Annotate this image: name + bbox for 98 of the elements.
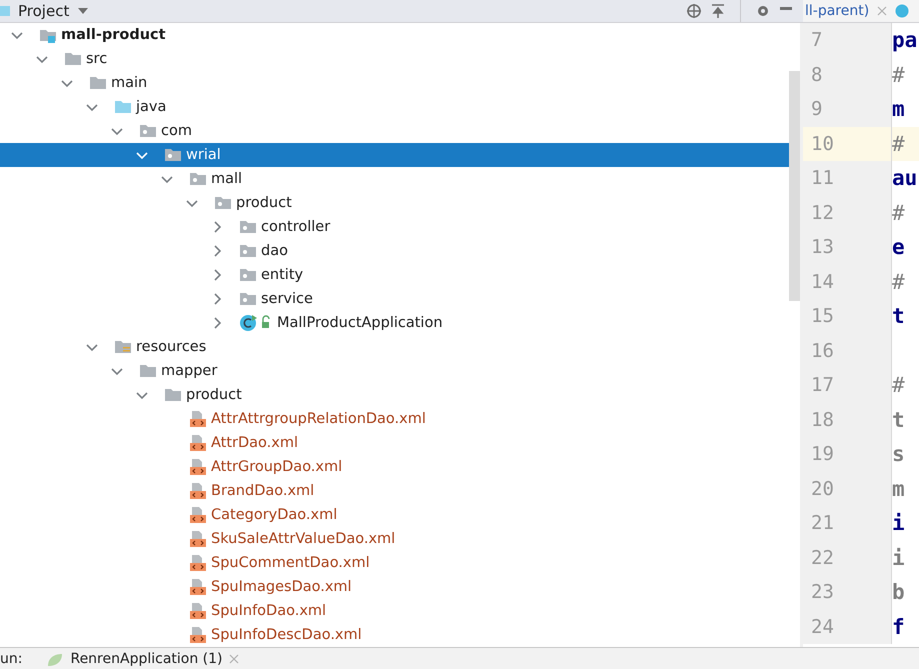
line-number: 13: [803, 230, 892, 264]
run-tab[interactable]: RenrenApplication (1): [46, 651, 238, 667]
package-icon: [164, 147, 182, 163]
scrollbar-thumb[interactable]: [789, 71, 800, 301]
code-text: #: [892, 62, 905, 87]
code-text: b: [892, 580, 905, 604]
folder-icon: [139, 363, 157, 379]
tree-item[interactable]: mall-product: [0, 23, 789, 47]
tree-item[interactable]: SpuInfoDescDao.xml: [0, 623, 789, 647]
tree-item[interactable]: src: [0, 47, 789, 71]
folder-icon: [64, 51, 82, 67]
xml-file-icon: [189, 435, 207, 451]
package-icon: [239, 243, 257, 259]
code-text: #: [892, 200, 905, 225]
line-number: 16: [803, 334, 892, 368]
spring-leaf-icon: [46, 652, 64, 666]
tree-item[interactable]: service: [0, 287, 789, 311]
line-number: 22: [803, 540, 892, 575]
xml-file-icon: [189, 627, 207, 643]
folder-icon: [114, 99, 132, 115]
line-number: 8: [803, 58, 892, 92]
tree-item[interactable]: SpuInfoDao.xml: [0, 599, 789, 623]
tree-item[interactable]: controller: [0, 215, 789, 239]
xml-file-icon: [189, 603, 207, 619]
xml-file-icon: [189, 555, 207, 571]
xml-file-icon: [189, 579, 207, 595]
tree-item[interactable]: mapper: [0, 359, 789, 383]
tree-item[interactable]: SpuImagesDao.xml: [0, 575, 789, 599]
line-number: 14: [803, 264, 892, 299]
xml-file-icon: [189, 459, 207, 475]
line-number: 7: [803, 23, 892, 58]
xml-file-icon: [189, 531, 207, 547]
tree-item[interactable]: BrandDao.xml: [0, 479, 789, 503]
module-icon: [39, 27, 57, 43]
package-icon: [214, 195, 232, 211]
code-text: t: [892, 408, 905, 432]
run-label: un:: [0, 651, 22, 667]
line-number: 11: [803, 161, 892, 196]
line-number: 20: [803, 472, 892, 506]
code-text: f: [892, 614, 905, 639]
code-text: au: [892, 166, 918, 190]
tree-item[interactable]: CategoryDao.xml: [0, 503, 789, 527]
tree-item[interactable]: AttrDao.xml: [0, 431, 789, 455]
tree-item[interactable]: wrial: [0, 143, 789, 167]
tree-item[interactable]: resources: [0, 335, 789, 359]
file-tab-icon[interactable]: [895, 4, 910, 18]
code-text: i: [892, 546, 905, 570]
xml-file-icon: [189, 507, 207, 523]
line-number: 9: [803, 92, 892, 126]
package-icon: [139, 123, 157, 139]
package-icon: [239, 267, 257, 283]
line-number: 24: [803, 610, 892, 644]
tree-item[interactable]: main: [0, 71, 789, 95]
package-icon: [189, 171, 207, 187]
tree-item[interactable]: mall: [0, 167, 789, 191]
dropdown-icon[interactable]: [77, 7, 90, 15]
tree-item[interactable]: product: [0, 383, 789, 407]
target-icon[interactable]: [686, 3, 702, 19]
code-text: #: [892, 373, 905, 398]
tree-item[interactable]: com: [0, 119, 789, 143]
tree-item[interactable]: java: [0, 95, 789, 119]
tree-item[interactable]: entity: [0, 263, 789, 287]
tree-item[interactable]: MallProductApplication: [0, 311, 789, 335]
folder-icon: [164, 387, 182, 403]
code-text: s: [892, 442, 905, 466]
package-icon: [239, 291, 257, 307]
resources-folder-icon: [114, 339, 132, 355]
collapse-icon[interactable]: [710, 3, 726, 19]
line-number: 15: [803, 299, 892, 334]
code-text: m: [892, 476, 905, 501]
code-text: #: [892, 132, 905, 156]
tree-item[interactable]: SkuSaleAttrValueDao.xml: [0, 527, 789, 551]
tree-item[interactable]: AttrGroupDao.xml: [0, 455, 789, 479]
package-icon: [239, 219, 257, 235]
code-text: e: [892, 235, 905, 260]
settings-icon[interactable]: [755, 3, 771, 19]
line-number: 18: [803, 402, 892, 437]
panel-title[interactable]: Project: [18, 2, 70, 20]
line-number: 12: [803, 196, 892, 230]
line-number: 10: [803, 126, 892, 161]
line-number: 17: [803, 368, 892, 402]
tree-item[interactable]: dao: [0, 239, 789, 263]
tree-item[interactable]: product: [0, 191, 789, 215]
close-icon[interactable]: [877, 6, 888, 16]
xml-file-icon: [189, 483, 207, 499]
tree-item[interactable]: AttrAttrgroupRelationDao.xml: [0, 407, 789, 431]
tree-item[interactable]: SpuCommentDao.xml: [0, 551, 789, 575]
code-text: t: [892, 304, 905, 328]
xml-file-icon: [189, 411, 207, 427]
line-number: 19: [803, 437, 892, 472]
line-number: 21: [803, 506, 892, 540]
panel-icon: [0, 6, 10, 16]
code-text: i: [892, 511, 905, 536]
folder-icon: [89, 75, 107, 91]
code-text: pa: [892, 28, 918, 52]
line-number: 23: [803, 575, 892, 610]
code-text: #: [892, 270, 905, 294]
code-text: m: [892, 97, 905, 122]
